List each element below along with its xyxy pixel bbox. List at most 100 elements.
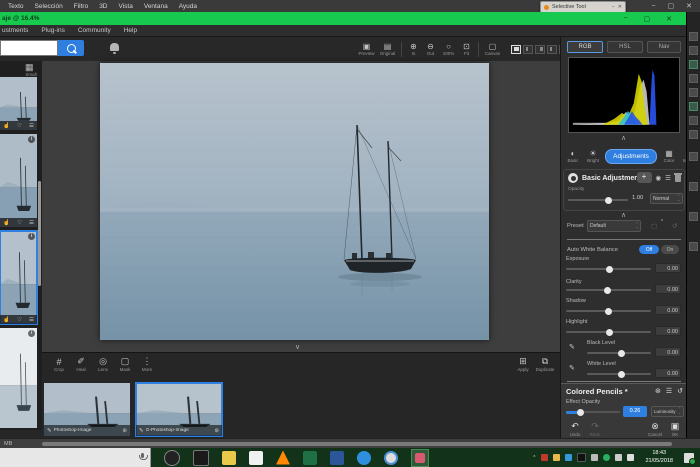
reset-preset-icon[interactable]: ↺	[672, 222, 677, 230]
more-button[interactable]: ⋮ More	[136, 356, 158, 372]
black-level-slider[interactable]	[587, 352, 651, 354]
panel-icon[interactable]	[689, 242, 698, 251]
shadow-slider[interactable]	[566, 310, 651, 312]
tab-nav[interactable]: Nav	[647, 41, 681, 53]
menu-icon[interactable]: ☰	[29, 317, 34, 323]
highlight-slider[interactable]	[566, 331, 651, 333]
doc-minimize-icon[interactable]: −	[623, 15, 627, 23]
menu-texto[interactable]: Texto	[8, 3, 24, 10]
filmstrip-scrollbar[interactable]	[38, 181, 41, 286]
gear-icon[interactable]: ⊛	[122, 428, 127, 434]
panel-icon[interactable]	[689, 130, 698, 139]
stepper-icon[interactable]: ⌃⌄	[635, 223, 638, 230]
taskbar-app-home[interactable]	[193, 450, 209, 466]
panel-icon[interactable]	[689, 88, 698, 97]
slider-thumb[interactable]	[604, 287, 611, 294]
slider-thumb[interactable]	[618, 371, 625, 378]
collapse-bottombar-icon[interactable]: ∨	[295, 344, 300, 351]
effect-blend-dropdown[interactable]: Luminosity ⌃⌄	[651, 406, 684, 417]
color-tool-button[interactable]: ▦ Color	[659, 149, 679, 163]
collapse-adjustment-icon[interactable]: ∧	[621, 212, 626, 219]
black-level-value[interactable]: 0.00	[655, 347, 681, 357]
crop-button[interactable]: # Crop	[48, 357, 70, 372]
document-titlebar[interactable]: aje @ 16.4% − ▢ ✕	[0, 12, 686, 25]
effect-opacity-value[interactable]: 0.26	[623, 406, 647, 417]
awb-off-button[interactable]: Off	[639, 245, 659, 254]
tray-expand-icon[interactable]: ⌃	[532, 455, 536, 461]
awb-on-button[interactable]: On	[661, 245, 679, 254]
thumbnail-size-grid-icon[interactable]: ▦	[25, 62, 36, 72]
zoom-out-button[interactable]: ⊖ Out	[422, 42, 439, 56]
filmstrip-thumbnail-selected[interactable]: i ☝ ♡ ☰	[0, 231, 37, 324]
version-thumbnail-selected[interactable]: ✎ G-Photoshop-Image ⊛	[136, 383, 222, 436]
adjustments-tab-button[interactable]: Adjustments	[605, 149, 657, 164]
panel-icon[interactable]	[689, 116, 698, 125]
preset-dropdown[interactable]: Default ⌃⌄	[587, 220, 641, 232]
panel-icon[interactable]	[689, 182, 698, 191]
menu-icon[interactable]: ☰	[29, 220, 34, 226]
stepper-icon[interactable]: ⌃⌄	[677, 195, 680, 202]
bright-tool-button[interactable]: ☀ Bright	[583, 149, 603, 163]
panel-icon[interactable]	[689, 74, 698, 83]
tab-hsl[interactable]: HSL	[607, 41, 643, 53]
tray-icon[interactable]	[591, 454, 598, 461]
slider-thumb[interactable]	[605, 308, 612, 315]
menu-vista[interactable]: Vista	[119, 3, 133, 10]
panel-icon[interactable]	[689, 152, 698, 161]
menu-plugins[interactable]: Plug-ins	[41, 27, 64, 34]
taskbar-app-chrome[interactable]	[384, 451, 398, 465]
layout-split-top-button[interactable]	[547, 45, 557, 54]
original-button[interactable]: ▤ Original	[377, 42, 398, 56]
like-icon[interactable]: ☝	[3, 317, 10, 323]
panel-icon[interactable]	[689, 46, 698, 55]
info-icon[interactable]: i	[28, 233, 35, 240]
search-input[interactable]	[0, 40, 58, 56]
shadow-value[interactable]: 0.00	[655, 305, 681, 315]
tray-icon[interactable]	[553, 454, 560, 461]
mask-button[interactable]: ▢ Mask	[114, 356, 136, 372]
doc-maximize-icon[interactable]: ▢	[644, 15, 651, 23]
taskbar-clock[interactable]: 18:43 21/05/2018	[645, 450, 673, 464]
lens-button[interactable]: ◎ Lens	[92, 356, 114, 372]
filmstrip-thumbnail[interactable]: ☝ ♡ ☰	[0, 77, 37, 130]
taskbar-app-word[interactable]	[330, 451, 344, 465]
exposure-value[interactable]: 0.00	[655, 263, 681, 273]
menu-community[interactable]: Community	[78, 27, 111, 34]
info-icon[interactable]: i	[28, 330, 35, 337]
adjustment-menu-icon[interactable]: ☰	[665, 174, 671, 182]
redo-button[interactable]: ↷ Redo	[585, 421, 605, 437]
minimize-icon[interactable]: −	[651, 3, 655, 10]
layout-split-left-button[interactable]	[523, 45, 533, 54]
photo-canvas[interactable]	[100, 63, 489, 340]
filmstrip-thumbnail[interactable]: i ☝ ♡ ☰	[0, 134, 37, 227]
effect-reset-icon[interactable]: ↺	[677, 387, 683, 395]
menu-help[interactable]: Help	[124, 27, 137, 34]
trash-icon[interactable]	[675, 175, 681, 182]
exposure-slider[interactable]	[566, 268, 651, 270]
tray-volume-icon[interactable]	[627, 454, 634, 461]
effect-menu-icon[interactable]: ☰	[666, 387, 672, 395]
slider-thumb[interactable]	[606, 266, 613, 273]
tray-icon[interactable]	[541, 454, 548, 461]
taskbar-app-notepad[interactable]	[249, 451, 263, 465]
selective-minimize-icon[interactable]: −	[612, 4, 615, 10]
opacity-value[interactable]: 1.00	[632, 195, 643, 201]
zoom-100-button[interactable]: ○ 100%	[439, 42, 458, 56]
white-level-value[interactable]: 0.00	[655, 368, 681, 378]
slider-thumb[interactable]	[577, 409, 584, 416]
save-preset-icon[interactable]: ▢	[651, 222, 657, 230]
canvas-button[interactable]: ▢ Canvas	[482, 42, 503, 56]
cancel-button[interactable]: ⊗ Cancel	[645, 421, 665, 437]
menu-3d[interactable]: 3D	[99, 3, 107, 10]
clarity-slider[interactable]	[566, 289, 651, 291]
undo-button[interactable]: ↶ Undo	[565, 421, 585, 437]
version-thumbnail[interactable]: ✎ Photoshop-Image ⊛	[44, 383, 130, 436]
notifications-bell-icon[interactable]	[110, 43, 119, 51]
black-level-picker-icon[interactable]: ✎	[569, 343, 575, 351]
effect-link-icon[interactable]: ⊛	[655, 387, 661, 395]
menu-ayuda[interactable]: Ayuda	[179, 3, 197, 10]
basic-tool-button[interactable]: ◐ Basic	[563, 149, 583, 163]
like-icon[interactable]: ☝	[3, 220, 10, 226]
heal-button[interactable]: ✐ Heal	[70, 356, 92, 372]
panel-icon[interactable]	[689, 212, 698, 221]
